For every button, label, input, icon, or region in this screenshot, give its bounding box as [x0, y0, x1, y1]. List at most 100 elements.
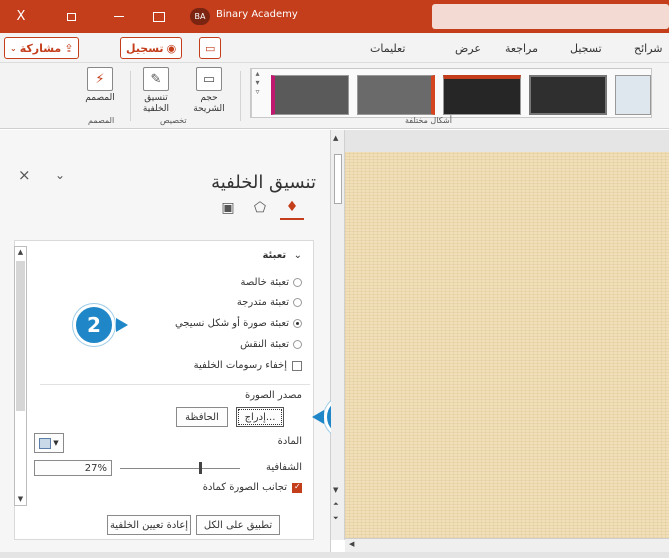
close-icon[interactable]: X	[10, 0, 32, 33]
pane-scrollbar[interactable]: ▲ ▼	[14, 246, 27, 506]
transparency-text: الشفافية	[265, 462, 302, 473]
fill-section-label: تعبئة	[262, 250, 287, 261]
group-divider	[240, 71, 241, 121]
title-bar: X BA Binary Academy	[0, 0, 669, 33]
variant-thumbnail[interactable]	[271, 75, 349, 115]
group-label-designer: المصمم	[88, 116, 115, 125]
tab-help[interactable]: تعليمات	[370, 42, 405, 55]
scroll-down-icon[interactable]: ▼	[333, 486, 338, 494]
radio-button[interactable]	[293, 298, 302, 307]
radio-solid-fill[interactable]: تعبئة خالصة	[241, 277, 302, 288]
fill-section-header[interactable]: تعبئة ⌄	[262, 250, 302, 261]
variant-thumbnail[interactable]	[443, 75, 521, 115]
effects-pentagon-icon[interactable]: ⬠	[248, 196, 272, 220]
chevron-down-icon: ⌄	[293, 250, 302, 261]
next-slide-icon[interactable]: ⏷	[333, 514, 339, 523]
picture-source-label: مصدر الصورة	[245, 390, 302, 401]
chevron-down-icon[interactable]: ⌄	[55, 168, 65, 182]
radio-button[interactable]	[293, 340, 302, 349]
minimize-icon[interactable]	[108, 0, 130, 33]
fill-bucket-icon[interactable]: ♦	[280, 196, 304, 220]
texture-dropdown[interactable]: ▼	[34, 433, 64, 453]
tab-recording[interactable]: تسجيل	[570, 42, 602, 55]
texture-swatch-icon	[39, 437, 52, 449]
radio-picture-fill[interactable]: تعبئة صورة أو شكل نسيجي	[175, 318, 302, 329]
prev-slide-icon[interactable]: ⏶	[333, 500, 339, 509]
transparency-spinner[interactable]: 27%	[34, 460, 112, 476]
radio-button[interactable]	[293, 278, 302, 287]
transparency-value: 27%	[84, 462, 107, 474]
slide-size-button[interactable]: ▭ حجم الشريحة	[186, 67, 232, 115]
designer-button[interactable]: ⚡ المصمم	[78, 67, 122, 104]
share-label: مشاركة	[19, 41, 62, 55]
divider	[40, 384, 310, 385]
group-label-variants: أشكال مختلفة	[405, 116, 452, 125]
transparency-slider[interactable]	[120, 468, 240, 469]
format-background-button[interactable]: ✎ تنسيق الخلفية	[134, 67, 178, 115]
close-icon[interactable]: ×	[18, 166, 31, 184]
ribbon-body: ⚡ المصمم ✎ تنسيق الخلفية ▭ حجم الشريحة ▴…	[0, 63, 669, 129]
checkbox-checked[interactable]	[292, 482, 302, 493]
picture-icon[interactable]: ▣	[216, 196, 240, 220]
tile-texture-checkbox[interactable]: تجانب الصورة كمادة	[203, 482, 302, 493]
format-background-label-2: الخلفية	[142, 104, 170, 114]
reset-background-button[interactable]: إعادة تعيين الخلفية	[107, 515, 191, 535]
step-callout-2: 2	[73, 304, 115, 346]
tab-slides[interactable]: شرائح	[634, 42, 663, 55]
comments-button[interactable]: ▭	[199, 37, 222, 59]
variant-thumbnail[interactable]	[357, 75, 435, 115]
account-name: Binary Academy	[216, 9, 298, 20]
texture-text: المادة	[277, 436, 302, 447]
picture-source-text: مصدر الصورة	[244, 390, 302, 401]
apply-to-all-button[interactable]: تطبيق على الكل	[196, 515, 280, 535]
format-background-label-1: تنسيق	[144, 93, 168, 103]
radio-pattern-fill[interactable]: تعبئة النقش	[240, 339, 302, 350]
texture-label: المادة	[278, 436, 302, 447]
gallery-scroll[interactable]: ▴ ▾ ▿	[251, 69, 263, 117]
checkbox-label: تجانب الصورة كمادة	[202, 482, 287, 493]
group-divider	[130, 71, 131, 121]
display-options-icon[interactable]	[148, 0, 170, 33]
scroll-down-icon[interactable]: ▼	[15, 494, 26, 505]
tab-view[interactable]: عرض	[455, 42, 481, 55]
variant-thumbnail[interactable]	[529, 75, 607, 115]
slide-size-icon: ▭	[196, 67, 222, 91]
chevron-down-icon: ▼	[53, 439, 59, 447]
pane-title: تنسيق الخلفية	[211, 172, 316, 193]
scroll-up-icon[interactable]: ▲	[333, 134, 338, 142]
status-bar	[0, 552, 669, 558]
format-background-pane: × ⌄ تنسيق الخلفية ▣ ⬠ ♦ ▲ ▼ تعبئة ⌄ تعبئ…	[0, 130, 331, 558]
designer-icon: ⚡	[87, 67, 113, 91]
slider-thumb[interactable]	[199, 462, 202, 474]
checkbox[interactable]	[292, 360, 302, 371]
scroll-thumb[interactable]	[334, 154, 342, 204]
share-icon: ⇪	[64, 41, 74, 55]
clipboard-button[interactable]: الحافظة	[176, 407, 228, 427]
search-box[interactable]	[432, 4, 669, 29]
variants-gallery[interactable]: ▴ ▾ ▿	[250, 68, 652, 118]
transparency-label: الشفافية	[266, 462, 302, 473]
group-label-customize: تخصيص	[160, 116, 187, 125]
hide-graphics-checkbox[interactable]: إخفاء رسومات الخلفية	[194, 360, 302, 371]
restore-icon[interactable]	[60, 0, 82, 33]
slide-size-label-2: الشريحة	[193, 104, 225, 114]
scroll-left-icon[interactable]: ◀	[349, 540, 354, 548]
checkbox-label: إخفاء رسومات الخلفية	[193, 360, 287, 371]
pane-category-tabs: ▣ ⬠ ♦	[210, 196, 310, 222]
callout-pointer	[116, 318, 128, 332]
variant-thumbnail[interactable]	[615, 75, 651, 115]
radio-label: تعبئة متدرجة	[236, 297, 289, 308]
record-button[interactable]: تسجيل ◉	[120, 37, 183, 59]
slide-canvas-texture[interactable]	[345, 152, 669, 538]
slide-area-top	[345, 130, 669, 152]
share-button[interactable]: ⌄ مشاركة ⇪	[4, 37, 80, 59]
horizontal-scrollbar[interactable]: ◀	[345, 538, 669, 552]
scroll-thumb[interactable]	[16, 261, 25, 411]
tab-review[interactable]: مراجعة	[505, 42, 538, 55]
avatar[interactable]: BA	[190, 8, 210, 25]
radio-gradient-fill[interactable]: تعبئة متدرجة	[237, 297, 302, 308]
scroll-up-icon[interactable]: ▲	[15, 247, 26, 258]
radio-button-selected[interactable]	[293, 319, 302, 328]
thumbnail-scrollbar[interactable]: ▲ ▼ ⏶ ⏷	[331, 130, 345, 540]
insert-button[interactable]: إدراج...	[236, 407, 284, 427]
